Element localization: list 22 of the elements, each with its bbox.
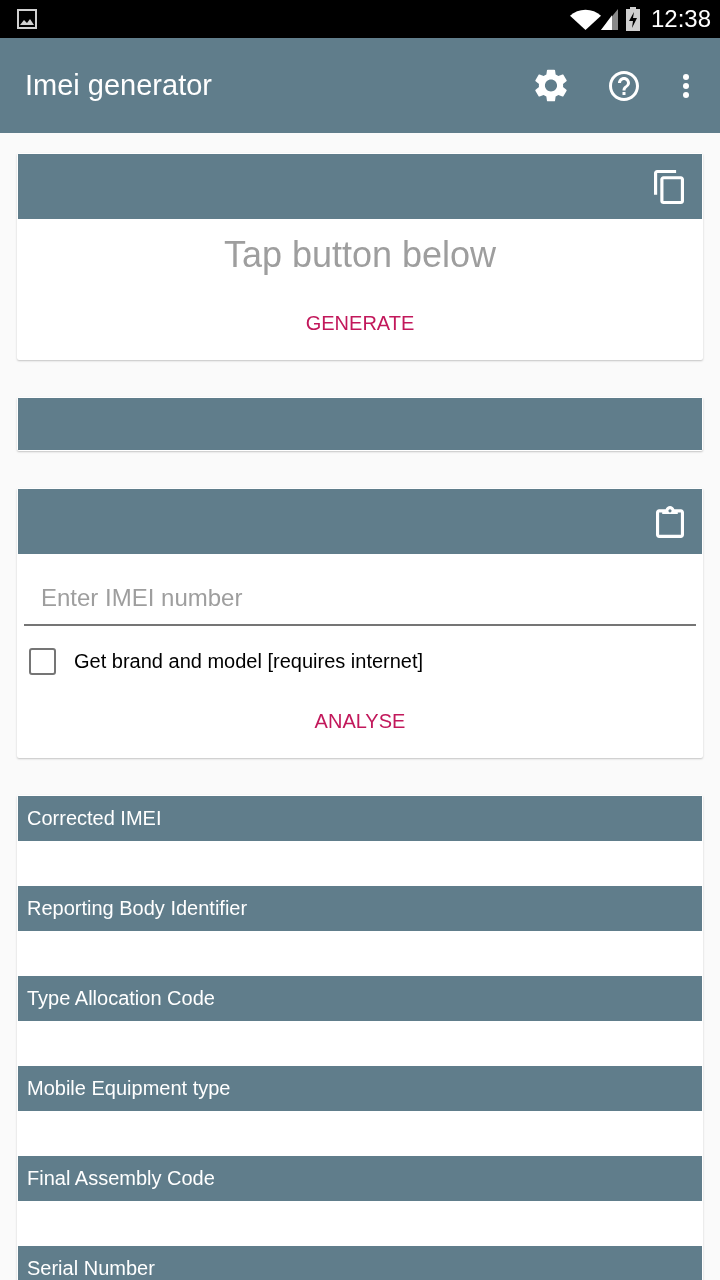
battery-icon [625,7,640,31]
field-header: Type Allocation Code [18,976,702,1021]
settings-icon[interactable] [535,69,567,102]
field-header: Final Assembly Code [18,1156,702,1201]
signal-icon [600,8,618,30]
app-title: Imei generator [25,69,213,102]
more-options-icon[interactable] [683,73,689,98]
field-header: Reporting Body Identifier [18,886,702,931]
clipboard-icon[interactable] [656,505,684,538]
field-header: Corrected IMEI [18,796,702,841]
imei-input-field[interactable]: Enter IMEI number [24,571,696,626]
output-hint: Tap button below [223,233,497,277]
help-icon[interactable] [609,70,639,101]
checkbox-label: Get brand and model [requires internet] [74,650,424,673]
status-time: 12:38 [650,4,711,34]
analyse-button[interactable]: ANALYSE [298,693,422,749]
generate-button[interactable]: GENERATE [289,295,431,351]
copy-icon[interactable] [654,169,684,204]
field-header: Serial Number [18,1246,702,1280]
checkbox[interactable] [29,648,56,675]
image-icon [17,9,37,29]
field-header: Mobile Equipment type [18,1066,702,1111]
